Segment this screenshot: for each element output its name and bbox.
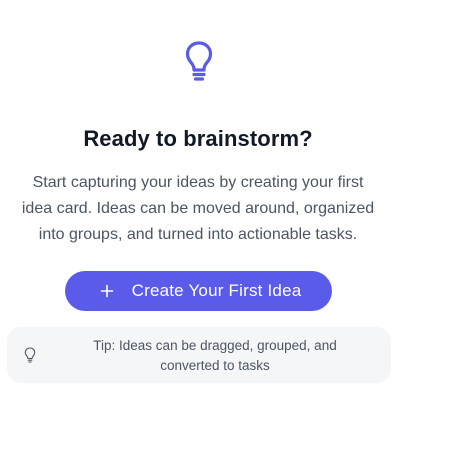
tip-line: Tip: Ideas can be dragged, grouped, and xyxy=(93,338,337,353)
tip-line: converted to tasks xyxy=(160,358,270,373)
plus-icon xyxy=(100,284,113,298)
tip-box: Tip: Ideas can be dragged, grouped, and … xyxy=(7,327,391,383)
tip-text: Tip: Ideas can be dragged, grouped, and … xyxy=(55,336,375,376)
description-line: into groups, and turned into actionable … xyxy=(38,226,358,243)
lightbulb-icon xyxy=(24,347,36,363)
create-first-idea-label: Create Your First Idea xyxy=(131,281,302,300)
empty-state-title: Ready to brainstorm? xyxy=(83,126,313,151)
empty-state: Ready to brainstorm? Start capturing you… xyxy=(0,0,465,457)
lightbulb-icon xyxy=(185,41,213,81)
empty-state-description: Start capturing your ideas by creating y… xyxy=(0,170,396,248)
create-first-idea-button[interactable]: Create Your First Idea xyxy=(65,271,332,311)
description-line: Start capturing your ideas by creating y… xyxy=(32,174,364,191)
description-line: idea card. Ideas can be moved around, or… xyxy=(21,200,375,217)
